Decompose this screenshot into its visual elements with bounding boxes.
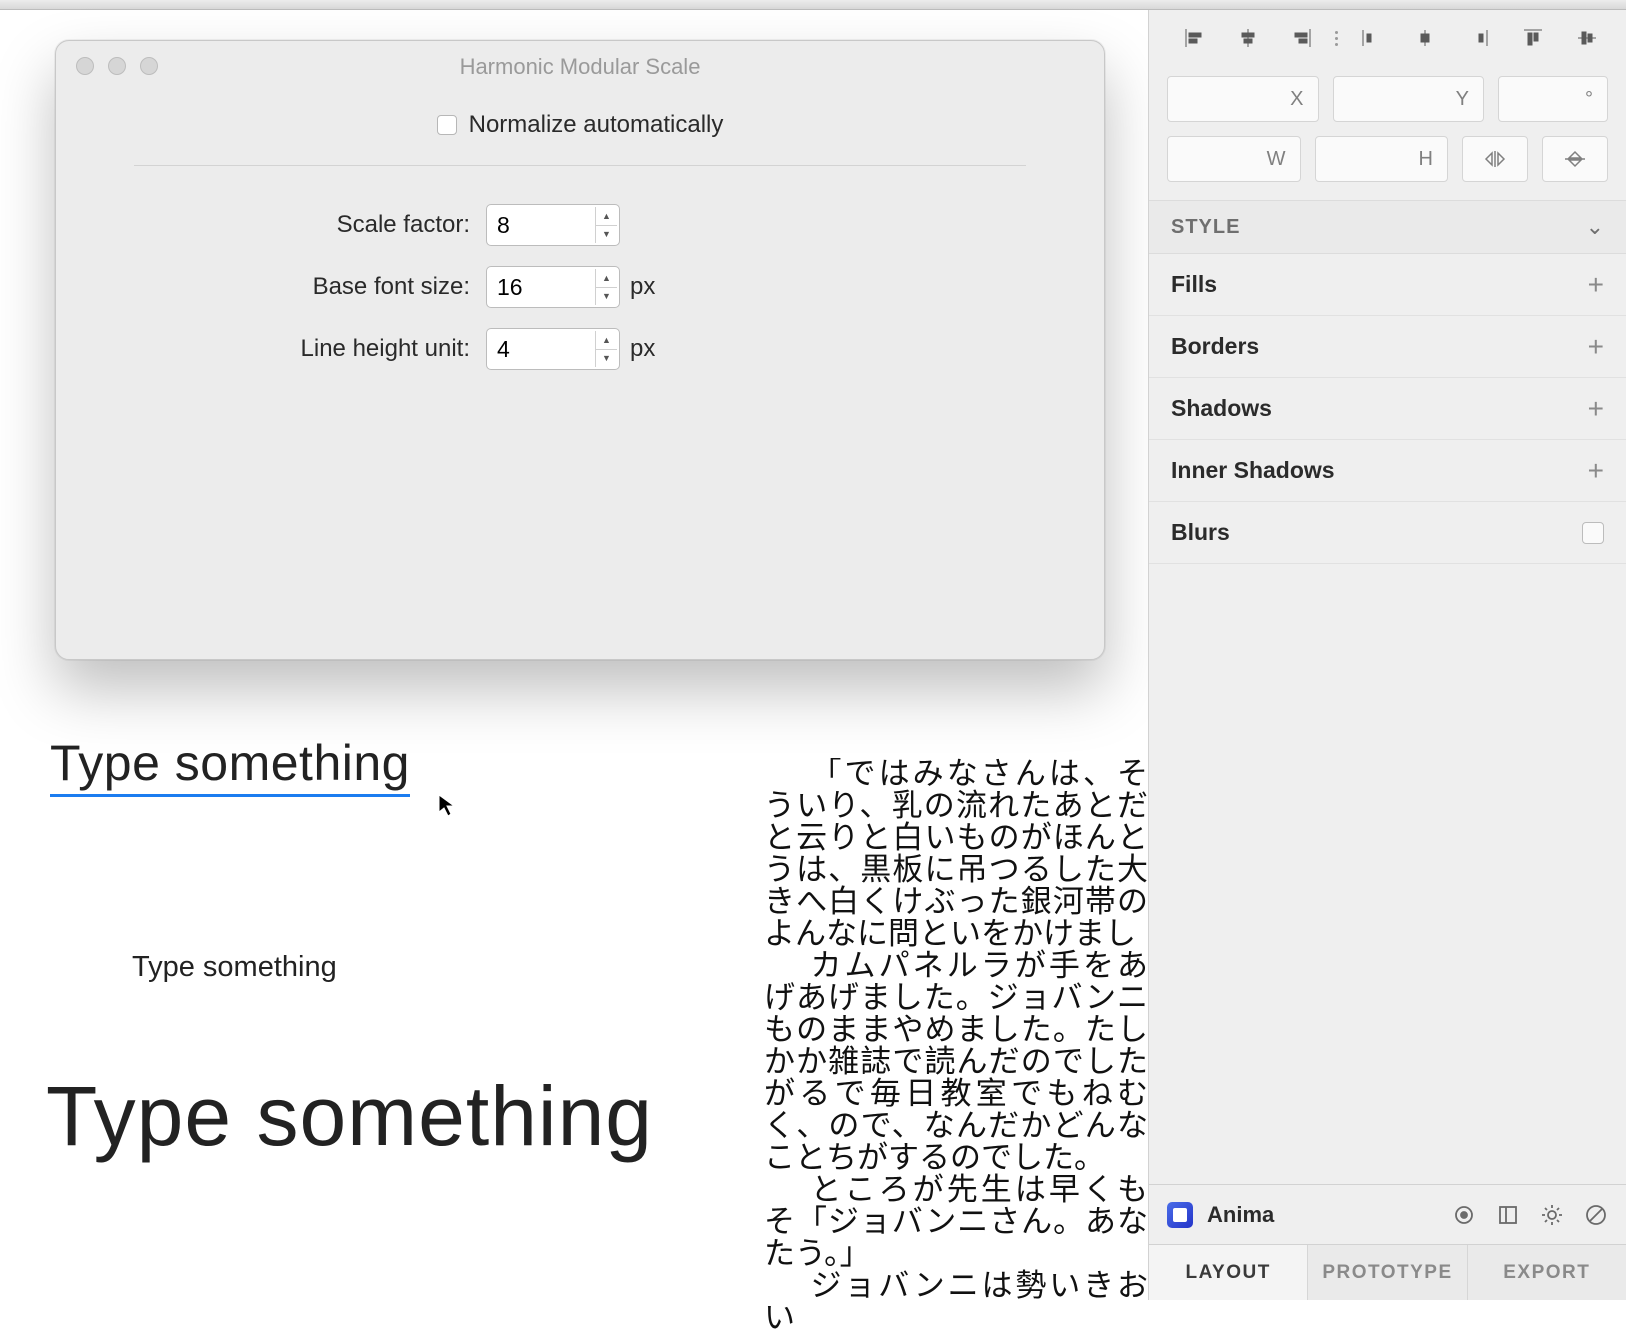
separator-icon	[1335, 31, 1338, 46]
borders-label: Borders	[1171, 333, 1259, 360]
stepper-up-icon[interactable]: ▲	[596, 207, 617, 226]
inspector-tabs: LAYOUT PROTOTYPE EXPORT	[1149, 1244, 1626, 1300]
dialog-titlebar[interactable]: Harmonic Modular Scale	[56, 41, 1104, 93]
inner-shadows-row[interactable]: Inner Shadows +	[1149, 440, 1626, 502]
design-canvas[interactable]: Harmonic Modular Scale Normalize automat…	[0, 10, 1148, 1300]
shadows-label: Shadows	[1171, 395, 1272, 422]
line-height-unit-stepper[interactable]: ▲ ▼	[486, 328, 620, 370]
base-font-size-input[interactable]	[487, 274, 587, 301]
flip-horizontal-icon[interactable]	[1462, 136, 1528, 182]
stepper-down-icon[interactable]: ▼	[596, 226, 617, 244]
flip-vertical-icon[interactable]	[1542, 136, 1608, 182]
y-input[interactable]: Y	[1333, 76, 1485, 122]
w-label: W	[1267, 148, 1286, 171]
jp-para-4: ジョバンニは勢いきおい	[764, 1270, 1148, 1334]
w-input[interactable]: W	[1167, 136, 1301, 182]
scale-factor-input[interactable]	[487, 212, 587, 239]
add-fill-icon[interactable]: +	[1588, 269, 1604, 301]
tab-prototype[interactable]: PROTOTYPE	[1308, 1245, 1467, 1300]
divider	[134, 165, 1026, 166]
normalize-label: Normalize automatically	[469, 111, 724, 139]
distribute-right-icon[interactable]	[1452, 18, 1506, 58]
anima-icon[interactable]	[1167, 1202, 1193, 1228]
minimize-dot-icon[interactable]	[108, 57, 126, 75]
style-header-label: STYLE	[1171, 216, 1240, 239]
jp-para-3: ところが先生は早くもそ「ジョバンニさん。あなたう。」	[764, 1174, 1148, 1270]
add-border-icon[interactable]: +	[1588, 331, 1604, 363]
fills-label: Fills	[1171, 271, 1217, 298]
align-bottom-icon[interactable]	[1614, 18, 1626, 58]
angle-label: °	[1585, 88, 1593, 111]
blur-toggle-icon[interactable]	[1582, 522, 1604, 544]
fills-row[interactable]: Fills +	[1149, 254, 1626, 316]
h-input[interactable]: H	[1315, 136, 1449, 182]
plugin-bar: Anima	[1149, 1184, 1626, 1244]
add-shadow-icon[interactable]: +	[1588, 393, 1604, 425]
close-dot-icon[interactable]	[76, 57, 94, 75]
inner-shadows-label: Inner Shadows	[1171, 457, 1335, 484]
add-inner-shadow-icon[interactable]: +	[1588, 455, 1604, 487]
unit-label: px	[630, 335, 655, 363]
scale-factor-stepper[interactable]: ▲ ▼	[486, 204, 620, 246]
distribute-center-icon[interactable]	[1398, 18, 1452, 58]
jp-para-2: カムパネルラが手をあげあげました。ジョバンニものままやめました。たしかか雑誌で読…	[764, 950, 1148, 1174]
blurs-row[interactable]: Blurs	[1149, 502, 1626, 564]
dialog-title: Harmonic Modular Scale	[56, 54, 1104, 80]
traffic-lights	[76, 57, 158, 75]
base-font-size-stepper[interactable]: ▲ ▼	[486, 266, 620, 308]
line-height-unit-input[interactable]	[487, 336, 587, 363]
japanese-text-block[interactable]: 「ではみなさんは、そういり、乳の流れたあとだと云りと白いものがほんとうは、黒板に…	[764, 758, 1148, 1334]
jp-para-1: 「ではみなさんは、そういり、乳の流れたあとだと云りと白いものがほんとうは、黒板に…	[764, 758, 1148, 950]
record-icon[interactable]	[1452, 1203, 1476, 1227]
disable-icon[interactable]	[1584, 1203, 1608, 1227]
zoom-dot-icon[interactable]	[140, 57, 158, 75]
cursor-icon	[438, 794, 456, 818]
align-right-icon[interactable]	[1275, 18, 1329, 58]
x-input[interactable]: X	[1167, 76, 1319, 122]
inspector-panel: X Y ° W H STYLE ⌄ Fills + Borders + Shad…	[1148, 10, 1626, 1300]
unit-label: px	[630, 273, 655, 301]
alignment-toolbar	[1149, 10, 1626, 66]
shadows-row[interactable]: Shadows +	[1149, 378, 1626, 440]
plugin-name: Anima	[1207, 1202, 1438, 1228]
chevron-down-icon[interactable]: ⌄	[1586, 214, 1604, 240]
align-top-icon[interactable]	[1506, 18, 1560, 58]
angle-input[interactable]: °	[1498, 76, 1608, 122]
line-height-unit-label: Line height unit:	[106, 335, 486, 363]
align-middle-icon[interactable]	[1560, 18, 1614, 58]
align-center-h-icon[interactable]	[1221, 18, 1275, 58]
align-left-icon[interactable]	[1167, 18, 1221, 58]
window-chrome-strip	[0, 0, 1626, 10]
harmonic-scale-dialog: Harmonic Modular Scale Normalize automat…	[55, 40, 1105, 660]
distribute-left-icon[interactable]	[1344, 18, 1398, 58]
text-layer-medium[interactable]: Type something	[132, 951, 700, 984]
normalize-checkbox[interactable]	[437, 115, 457, 135]
text-layer-selected[interactable]: Type something	[50, 734, 410, 797]
gear-icon[interactable]	[1540, 1203, 1564, 1227]
x-label: X	[1290, 88, 1303, 111]
y-label: Y	[1456, 88, 1469, 111]
text-layer-xlarge[interactable]: Type something	[46, 1068, 700, 1165]
tab-layout[interactable]: LAYOUT	[1149, 1245, 1308, 1300]
base-font-size-label: Base font size:	[106, 273, 486, 301]
stepper-down-icon[interactable]: ▼	[596, 288, 617, 306]
scale-factor-label: Scale factor:	[106, 211, 486, 239]
h-label: H	[1419, 148, 1433, 171]
stepper-up-icon[interactable]: ▲	[596, 331, 617, 350]
stepper-down-icon[interactable]: ▼	[596, 350, 617, 368]
borders-row[interactable]: Borders +	[1149, 316, 1626, 378]
panel-icon[interactable]	[1496, 1203, 1520, 1227]
tab-export[interactable]: EXPORT	[1468, 1245, 1626, 1300]
blurs-label: Blurs	[1171, 519, 1230, 546]
stepper-up-icon[interactable]: ▲	[596, 269, 617, 288]
style-section-header[interactable]: STYLE ⌄	[1149, 200, 1626, 254]
